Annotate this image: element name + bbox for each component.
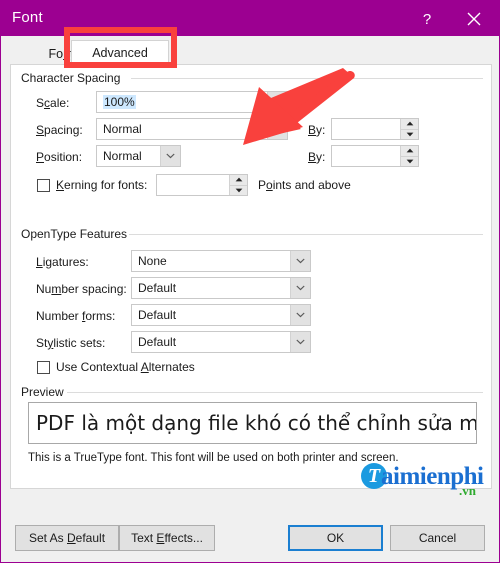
spacing-label: Spacing:	[36, 123, 83, 137]
spacing-by-spinner[interactable]	[331, 118, 419, 140]
spinner-down-icon-position[interactable]	[401, 156, 418, 166]
watermark-tld-text: .vn	[459, 483, 476, 498]
kerning-label: Kerning for fonts:	[56, 178, 148, 192]
group-rule-preview	[67, 392, 483, 393]
tab-advanced[interactable]: Advanced	[71, 40, 169, 65]
ok-button[interactable]: OK	[288, 525, 383, 551]
kerning-suffix-label: Points and above	[258, 178, 351, 192]
contextual-alternates-checkbox[interactable]	[37, 361, 50, 374]
ok-label: OK	[326, 531, 345, 545]
set-as-default-label: Set As Default	[28, 531, 106, 545]
position-by-stepper[interactable]	[400, 146, 418, 166]
watermark-brand-text: aimienphi	[381, 463, 484, 490]
preview-sample-text: PDF là một dạng file khó có thể chỉnh sử…	[36, 411, 477, 435]
window-title: Font	[12, 9, 43, 26]
ligatures-label: Ligatures:	[36, 255, 89, 269]
kerning-checkbox[interactable]	[37, 179, 50, 192]
chevron-down-icon-position[interactable]	[160, 146, 180, 166]
number-forms-combobox[interactable]: Default	[131, 304, 311, 326]
kerning-spinner[interactable]	[156, 174, 248, 196]
spacing-combobox[interactable]: Normal	[96, 118, 288, 140]
tab-strip: Font Advanced	[1, 36, 499, 65]
help-icon[interactable]: ?	[412, 5, 442, 33]
position-combobox[interactable]: Normal	[96, 145, 181, 167]
chevron-down-icon-spacing[interactable]	[267, 119, 287, 139]
spinner-up-icon-kerning[interactable]	[230, 175, 247, 186]
spacing-by-label: By:	[308, 123, 326, 137]
number-spacing-combobox[interactable]: Default	[131, 277, 311, 299]
cancel-label: Cancel	[418, 531, 457, 545]
number-spacing-label: Number spacing:	[36, 282, 127, 296]
group-rule-character-spacing	[131, 78, 483, 79]
number-forms-value: Default	[138, 308, 177, 322]
scale-label: Scale:	[36, 96, 70, 110]
chevron-down-icon-scale[interactable]	[267, 92, 287, 112]
cancel-button[interactable]: Cancel	[390, 525, 485, 551]
scale-value: 100%	[103, 95, 136, 109]
titlebar: Font ?	[1, 1, 499, 36]
number-spacing-value: Default	[138, 281, 177, 295]
tab-font-label: Font	[48, 46, 73, 61]
chevron-down-icon-ligatures[interactable]	[290, 251, 310, 271]
kerning-stepper[interactable]	[229, 175, 247, 195]
group-label-preview: Preview	[21, 385, 70, 399]
chevron-down-icon-number-forms[interactable]	[290, 305, 310, 325]
tab-advanced-label: Advanced	[92, 45, 148, 60]
set-as-default-button[interactable]: Set As Default	[15, 525, 119, 551]
watermark-logo-icon: T	[361, 463, 387, 489]
group-label-opentype-features: OpenType Features	[21, 227, 134, 241]
number-forms-label: Number forms:	[36, 309, 116, 323]
close-icon[interactable]	[458, 5, 490, 33]
contextual-alternates-label: Use Contextual Alternates	[56, 360, 195, 374]
stylistic-sets-label: Stylistic sets:	[36, 336, 106, 350]
stylistic-sets-value: Default	[138, 335, 177, 349]
scale-combobox[interactable]: 100%	[96, 91, 288, 113]
help-glyph: ?	[422, 10, 432, 28]
spinner-up-icon-position[interactable]	[401, 146, 418, 157]
position-by-spinner[interactable]	[331, 145, 419, 167]
spacing-value: Normal	[103, 122, 142, 136]
preview-box: PDF là một dạng file khó có thể chỉnh sử…	[28, 402, 477, 444]
group-label-character-spacing: Character Spacing	[21, 71, 127, 85]
content-panel: Character Spacing Scale: 100% Spacing: N…	[10, 64, 492, 498]
position-label: Position:	[36, 150, 83, 164]
watermark-taimienphi: T aimienphi .vn	[361, 463, 496, 503]
font-dialog: Font ? Font Advanced Character Spacing S…	[0, 0, 500, 563]
position-by-label: By:	[308, 150, 326, 164]
spacing-by-stepper[interactable]	[400, 119, 418, 139]
ligatures-combobox[interactable]: None	[131, 250, 311, 272]
text-effects-label: Text Effects...	[131, 531, 203, 545]
stylistic-sets-combobox[interactable]: Default	[131, 331, 311, 353]
text-effects-button[interactable]: Text Effects...	[119, 525, 215, 551]
group-rule-opentype-features	[129, 234, 483, 235]
spinner-down-icon-kerning[interactable]	[230, 185, 247, 195]
truetype-note: This is a TrueType font. This font will …	[28, 452, 399, 464]
chevron-down-icon-stylistic-sets[interactable]	[290, 332, 310, 352]
ligatures-value: None	[138, 254, 167, 268]
position-value: Normal	[103, 149, 142, 163]
chevron-down-icon-number-spacing[interactable]	[290, 278, 310, 298]
spinner-down-icon-spacing[interactable]	[401, 129, 418, 139]
spinner-up-icon-spacing[interactable]	[401, 119, 418, 130]
